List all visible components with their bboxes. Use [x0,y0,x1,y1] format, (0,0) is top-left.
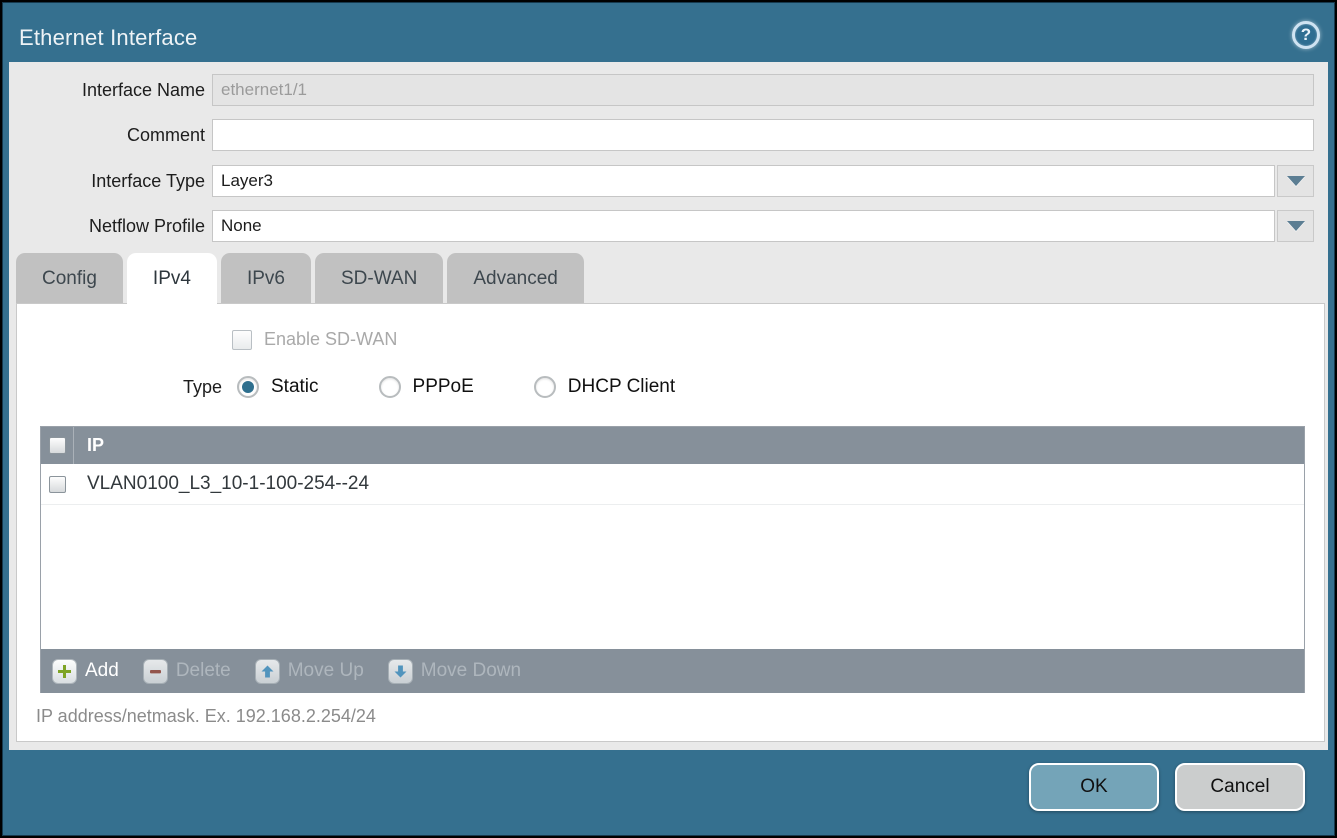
dialog-content: Interface Name Comment Interface Type Ne… [9,62,1328,750]
interface-type-row: Interface Type [9,165,1328,197]
radio-option-static[interactable]: Static [237,376,364,398]
enable-sdwan-checkbox[interactable] [232,330,252,350]
interface-name-row: Interface Name [9,74,1328,106]
cancel-button[interactable]: Cancel [1175,763,1305,811]
chevron-down-icon [1287,221,1305,231]
tab-sdwan[interactable]: SD-WAN [315,253,443,304]
dialog-footer: OK Cancel [5,750,1332,833]
interface-name-input [212,74,1314,106]
type-radio-group: Type Static PPPoE DHCP Client [17,372,1324,402]
select-all-checkbox[interactable] [49,437,66,454]
table-header-row: IP [41,427,1304,464]
type-label: Type [17,377,222,398]
row-checkbox[interactable] [49,476,66,493]
radio-pppoe[interactable] [379,376,401,398]
tab-ipv6[interactable]: IPv6 [221,253,311,304]
comment-row: Comment [9,119,1328,151]
tab-strip: Config IPv4 IPv6 SD-WAN Advanced [16,253,584,304]
delete-button[interactable]: Delete [143,659,231,684]
add-button[interactable]: Add [52,659,119,684]
dialog-titlebar: Ethernet Interface ? [5,5,1332,62]
interface-name-label: Interface Name [9,74,205,106]
plus-icon [52,659,77,684]
ethernet-interface-dialog: Ethernet Interface ? Interface Name Comm… [0,0,1337,838]
tab-config[interactable]: Config [16,253,123,304]
column-header-ip: IP [87,435,104,456]
ok-button[interactable]: OK [1029,763,1159,811]
enable-sdwan-label: Enable SD-WAN [264,329,397,350]
netflow-profile-label: Netflow Profile [9,210,205,242]
interface-type-dropdown-button[interactable] [1277,165,1314,197]
chevron-down-icon [1287,176,1305,186]
interface-type-input[interactable] [212,165,1275,197]
interface-type-label: Interface Type [9,165,205,197]
move-down-button[interactable]: Move Down [388,659,521,684]
radio-option-pppoe[interactable]: PPPoE [379,376,519,398]
comment-input[interactable] [212,119,1314,151]
help-icon[interactable]: ? [1292,21,1320,49]
arrow-down-icon [388,659,413,684]
enable-sdwan-row: Enable SD-WAN [232,329,397,350]
netflow-profile-input[interactable] [212,210,1275,242]
table-toolbar: Add Delete Move Up [41,649,1304,693]
radio-static[interactable] [237,376,259,398]
netflow-profile-row: Netflow Profile [9,210,1328,242]
move-up-button[interactable]: Move Up [255,659,364,684]
radio-option-dhcp-client[interactable]: DHCP Client [534,376,720,398]
tab-ipv4[interactable]: IPv4 [127,253,217,304]
table-row[interactable]: VLAN0100_L3_10-1-100-254--24 [41,464,1304,505]
dialog-title: Ethernet Interface [19,25,197,51]
arrow-up-icon [255,659,280,684]
comment-label: Comment [9,119,205,151]
tab-advanced[interactable]: Advanced [447,253,584,304]
minus-icon [143,659,168,684]
radio-dhcp-client[interactable] [534,376,556,398]
netflow-profile-dropdown-button[interactable] [1277,210,1314,242]
ip-address-table: IP VLAN0100_L3_10-1-100-254--24 [40,426,1305,693]
ip-format-hint: IP address/netmask. Ex. 192.168.2.254/24 [36,706,376,727]
table-body: VLAN0100_L3_10-1-100-254--24 [41,464,1304,649]
ipv4-tab-panel: Enable SD-WAN Type Static PPPoE DHCP Cli… [16,303,1325,742]
ip-entry-text[interactable]: VLAN0100_L3_10-1-100-254--24 [87,473,369,495]
